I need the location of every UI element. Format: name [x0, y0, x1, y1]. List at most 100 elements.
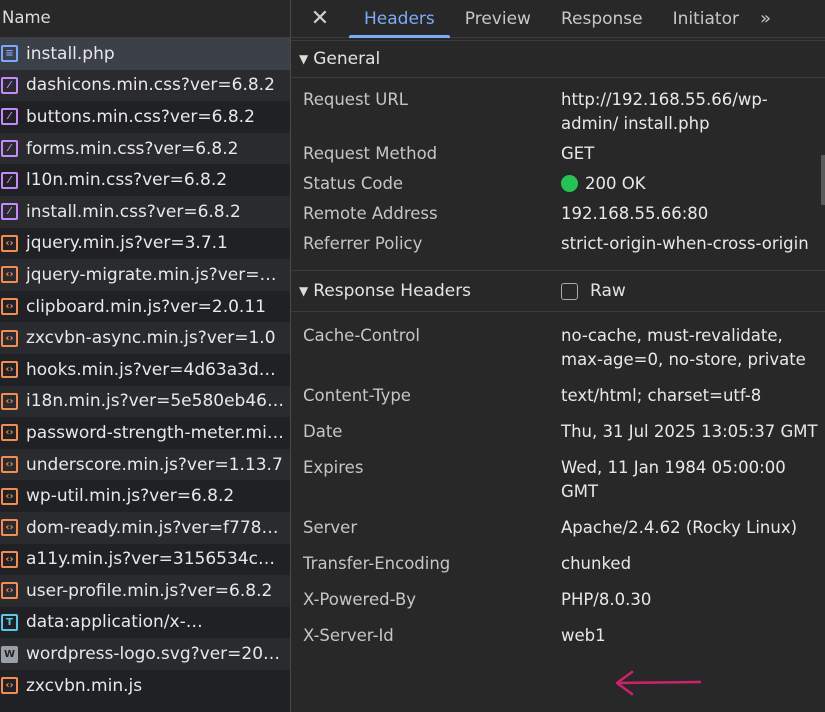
raw-checkbox[interactable] — [561, 282, 578, 300]
status-success-icon — [561, 175, 578, 192]
request-row[interactable]: ⁄ forms.min.css?ver=6.8.2 — [0, 132, 290, 165]
header-value: GET — [561, 144, 595, 163]
wordpress-icon: W — [1, 645, 18, 663]
script-icon: ‹› — [1, 329, 18, 347]
header-key: Request URL — [303, 90, 409, 109]
header-value: Apache/2.4.62 (Rocky Linux) — [561, 518, 798, 537]
header-value: strict-origin-when-cross-origin — [561, 234, 809, 253]
header-value: 200 OK — [561, 172, 823, 196]
request-row[interactable]: ‹› jquery-migrate.min.js?ver=3.4.1 — [0, 259, 290, 291]
request-row[interactable]: ‹› zxcvbn-async.min.js?ver=1.0 — [0, 322, 290, 354]
header-key: Status Code — [303, 174, 404, 193]
script-icon: ‹› — [1, 424, 18, 442]
general-title: General — [313, 49, 381, 69]
header-row: Status Code 200 OK — [291, 172, 825, 196]
request-row[interactable]: ⁄ buttons.min.css?ver=6.8.2 — [0, 101, 290, 133]
request-name: clipboard.min.js?ver=2.0.11 — [26, 296, 266, 317]
more-tabs-icon[interactable]: » — [754, 0, 771, 37]
tab-response[interactable]: Response — [546, 0, 658, 37]
request-name: forms.min.css?ver=6.8.2 — [26, 138, 239, 159]
script-icon: ‹› — [1, 361, 18, 379]
header-key: Server — [303, 518, 358, 537]
request-details-panel: ✕ Headers Preview Response Initiator » ▼… — [291, 0, 825, 712]
request-name: install.min.css?ver=6.8.2 — [26, 201, 241, 222]
request-row[interactable]: ‹› zxcvbn.min.js — [0, 670, 290, 702]
collapse-triangle-icon: ▼ — [299, 284, 309, 298]
request-name: zxcvbn-async.min.js?ver=1.0 — [26, 328, 276, 349]
header-key: Date — [303, 422, 343, 441]
response-headers-title: Response Headers — [313, 281, 472, 301]
document-icon: ≡ — [1, 45, 18, 63]
raw-toggle[interactable]: Raw — [561, 281, 626, 301]
tab-initiator[interactable]: Initiator — [658, 0, 754, 37]
request-row[interactable]: ‹› dom-ready.min.js?ver=f77871… — [0, 511, 290, 544]
header-key: X-Powered-By — [303, 590, 417, 609]
request-row[interactable]: ‹› underscore.min.js?ver=1.13.7 — [0, 448, 290, 481]
response-headers-section-header[interactable]: ▼ Response Headers Raw — [291, 270, 825, 312]
request-row[interactable]: ‹› wp-util.min.js?ver=6.8.2 — [0, 480, 290, 512]
script-icon: ‹› — [1, 519, 18, 537]
header-key: Request Method — [303, 144, 438, 163]
stylesheet-icon: ⁄ — [1, 108, 18, 126]
close-icon[interactable]: ✕ — [291, 0, 349, 37]
general-section: Request URL http://192.168.55.66/wp-admin… — [291, 78, 825, 270]
request-name: install.php — [26, 43, 115, 64]
header-value: text/html; charset=utf-8 — [561, 386, 762, 405]
request-name: hooks.min.js?ver=4d63a3d49… — [26, 359, 290, 380]
request-row[interactable]: ⁄ l10n.min.css?ver=6.8.2 — [0, 164, 290, 196]
general-section-header[interactable]: ▼ General — [291, 40, 825, 78]
stylesheet-icon: ⁄ — [1, 171, 18, 189]
header-row: X-Powered-By PHP/8.0.30 — [291, 588, 825, 612]
request-row[interactable]: ⁄ dashicons.min.css?ver=6.8.2 — [0, 69, 290, 102]
header-row: Request URL http://192.168.55.66/wp-admin… — [291, 88, 825, 136]
name-column-header[interactable]: Name — [0, 0, 290, 38]
script-icon: ‹› — [1, 677, 18, 695]
script-icon: ‹› — [1, 266, 18, 284]
request-row[interactable]: ⁄ install.min.css?ver=6.8.2 — [0, 195, 290, 228]
status-code-text: 200 OK — [585, 174, 646, 193]
header-row: Date Thu, 31 Jul 2025 13:05:37 GMT — [291, 420, 825, 444]
request-row[interactable]: Tdata:application/x-… — [0, 607, 290, 639]
request-name: password-strength-meter.min.… — [26, 422, 290, 443]
request-row[interactable]: ‹› hooks.min.js?ver=4d63a3d49… — [0, 354, 290, 386]
header-value: Thu, 31 Jul 2025 13:05:37 GMT — [561, 422, 818, 441]
script-icon: ‹› — [1, 456, 18, 474]
header-value: chunked — [561, 554, 632, 573]
request-name: buttons.min.css?ver=6.8.2 — [26, 106, 255, 127]
header-row: X-Server-Id web1 — [291, 624, 825, 648]
script-icon: ‹› — [1, 392, 18, 410]
request-name: jquery.min.js?ver=3.7.1 — [26, 233, 228, 254]
header-key: Transfer-Encoding — [303, 554, 451, 573]
request-row[interactable]: ‹› password-strength-meter.min.… — [0, 417, 290, 449]
header-row: Transfer-Encoding chunked — [291, 552, 825, 576]
request-name: a11y.min.js?ver=3156534cc54… — [26, 549, 290, 570]
script-icon: ‹› — [1, 487, 18, 505]
request-list-panel: Name ≡ install.php ⁄ dashicons.min.css?ver=… — [0, 0, 290, 712]
header-value: web1 — [561, 626, 606, 645]
tab-preview[interactable]: Preview — [450, 0, 546, 37]
header-key: Content-Type — [303, 386, 411, 405]
tab-headers[interactable]: Headers — [349, 0, 450, 38]
request-list: ≡ install.php ⁄ dashicons.min.css?ver=6.8.2… — [0, 38, 290, 701]
scrollbar-thumb[interactable] — [821, 155, 825, 205]
stylesheet-icon: ⁄ — [1, 203, 18, 221]
request-row[interactable]: ‹› clipboard.min.js?ver=2.0.11 — [0, 291, 290, 323]
request-row[interactable]: ‹› i18n.min.js?ver=5e580eb46a9… — [0, 385, 290, 418]
header-key: X-Server-Id — [303, 626, 394, 645]
header-row: Expires Wed, 11 Jan 1984 05:00:00 GMT — [291, 456, 825, 504]
request-row[interactable]: ‹› jquery.min.js?ver=3.7.1 — [0, 228, 290, 260]
request-row[interactable]: ‹› a11y.min.js?ver=3156534cc54… — [0, 544, 290, 576]
annotation-arrow — [615, 670, 702, 696]
request-row[interactable]: ≡ install.php — [0, 38, 290, 70]
request-row[interactable]: Wwordpress-logo.svg?ver=2013… — [0, 638, 290, 670]
script-icon: ‹› — [1, 582, 18, 600]
stylesheet-icon: ⁄ — [1, 76, 18, 94]
request-name: underscore.min.js?ver=1.13.7 — [26, 454, 283, 475]
header-row: Referrer Policy strict-origin-when-cross-… — [291, 232, 825, 256]
header-row: Cache-Control no-cache, must-revalidate, … — [291, 324, 825, 372]
request-name: dom-ready.min.js?ver=f77871… — [26, 517, 290, 538]
request-row[interactable]: ‹› user-profile.min.js?ver=6.8.2 — [0, 575, 290, 607]
script-icon: ‹› — [1, 234, 18, 252]
header-value: PHP/8.0.30 — [561, 590, 652, 609]
script-icon: ‹› — [1, 298, 18, 316]
